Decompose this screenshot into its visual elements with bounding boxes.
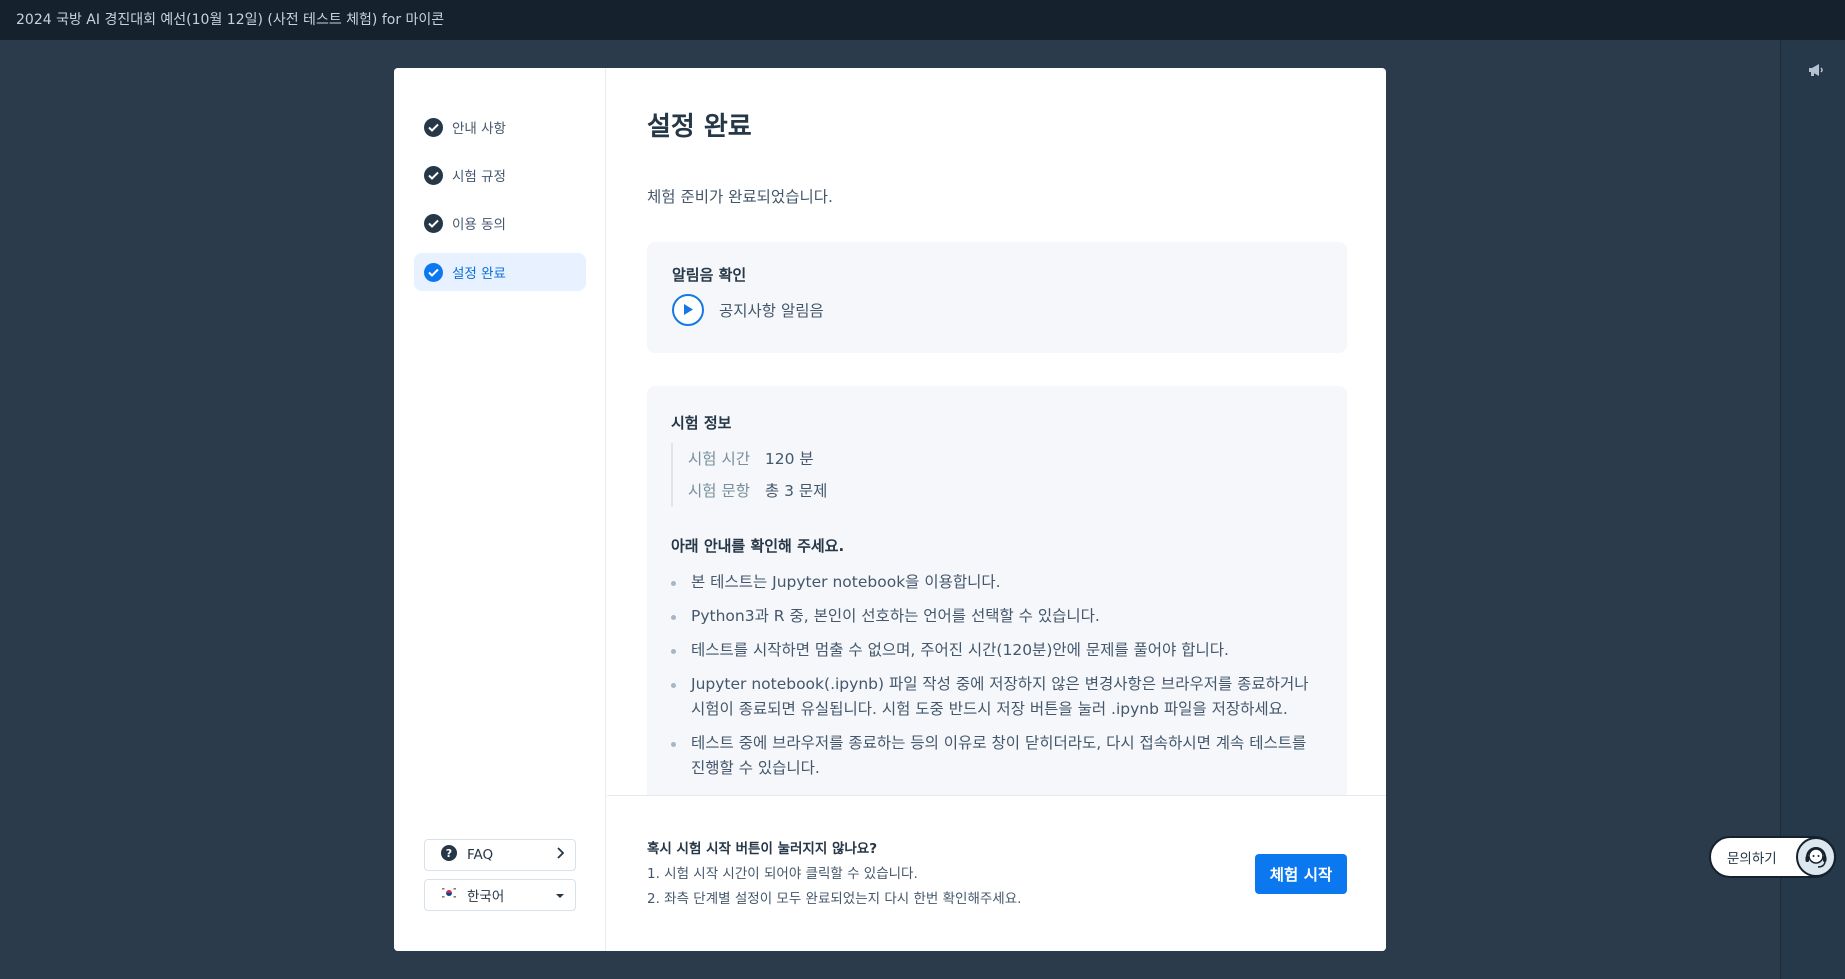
info-key: 시험 문항: [688, 482, 750, 500]
step-label: 시험 규정: [452, 169, 506, 185]
question-circle-icon: ?: [441, 845, 457, 865]
notice-list: 본 테스트는 Jupyter notebook을 이용합니다. Python3과…: [671, 570, 1323, 781]
check-circle-icon: [424, 165, 443, 185]
headset-avatar-icon: [1796, 837, 1836, 877]
steps-sidebar: 안내 사항 시험 규정 이용 동의 설정 완료 ? FAQ 한국어: [394, 68, 606, 951]
sound-check-title: 알림음 확인: [672, 266, 747, 284]
inquiry-label: 문의하기: [1727, 851, 1777, 867]
window-title-bar: 2024 국방 AI 경진대회 예선(10월 12일) (사전 테스트 체험) …: [0, 0, 1845, 40]
sound-check-card: 알림음 확인 공지사항 알림음: [647, 242, 1347, 353]
list-item: Python3과 R 중, 본인이 선호하는 언어를 선택할 수 있습니다.: [671, 604, 1323, 629]
list-item: 테스트 중에 브라우저를 종료하는 등의 이유로 창이 닫히더라도, 다시 접속…: [671, 731, 1323, 781]
sound-label: 공지사항 알림음: [719, 302, 824, 320]
list-item: 본 테스트는 Jupyter notebook을 이용합니다.: [671, 570, 1323, 595]
page-title: 설정 완료: [647, 112, 752, 142]
footer-question: 혹시 시험 시작 버튼이 눌러지지 않나요?: [647, 841, 878, 857]
megaphone-icon[interactable]: [1807, 61, 1825, 79]
list-item: Jupyter notebook(.ipynb) 파일 작성 중에 저장하지 않…: [671, 672, 1323, 722]
caret-down-icon: [555, 887, 565, 903]
info-row-questions: 시험 문항 총 3 문제: [688, 475, 1323, 507]
exam-info-table: 시험 시간 120 분 시험 문항 총 3 문제: [671, 443, 1323, 507]
check-circle-icon: [424, 213, 443, 233]
korea-flag-icon: [441, 887, 457, 903]
step-label: 이용 동의: [452, 217, 506, 233]
language-label: 한국어: [467, 889, 505, 905]
step-setup-complete[interactable]: 설정 완료: [414, 253, 586, 291]
play-sound-button[interactable]: [672, 294, 704, 326]
inquiry-button[interactable]: 문의하기: [1709, 836, 1836, 878]
exam-info-card: 시험 정보 시험 시간 120 분 시험 문항 총 3 문제 아래 안내를 확인…: [647, 386, 1347, 795]
svg-text:?: ?: [446, 847, 452, 860]
info-value: 120 분: [764, 450, 814, 468]
list-item: 테스트를 시작하면 멈출 수 없으며, 주어진 시간(120분)안에 문제를 풀…: [671, 638, 1323, 663]
info-key: 시험 시간: [688, 450, 750, 468]
check-circle-icon: [424, 262, 443, 282]
start-trial-button[interactable]: 체험 시작: [1255, 854, 1347, 894]
setup-modal: 안내 사항 시험 규정 이용 동의 설정 완료 ? FAQ 한국어 설정 완료 …: [394, 68, 1386, 951]
info-value: 총 3 문제: [764, 482, 828, 500]
footer-hint-1: 1. 시험 시작 시간이 되어야 클릭할 수 있습니다.: [647, 866, 918, 882]
chevron-right-icon: [555, 847, 565, 863]
step-notice[interactable]: 안내 사항: [414, 108, 586, 146]
modal-footer: 혹시 시험 시작 버튼이 눌러지지 않나요? 1. 시험 시작 시간이 되어야 …: [607, 795, 1386, 951]
faq-label: FAQ: [467, 847, 494, 863]
notice-title: 아래 안내를 확인해 주세요.: [671, 537, 845, 555]
step-consent[interactable]: 이용 동의: [414, 204, 586, 242]
footer-hint-2: 2. 좌측 단계별 설정이 모두 완료되었는지 다시 한번 확인해주세요.: [647, 891, 1022, 907]
content-area: 설정 완료 체험 준비가 완료되었습니다. 알림음 확인 공지사항 알림음 시험…: [607, 68, 1386, 795]
exam-info-title: 시험 정보: [671, 414, 732, 432]
check-circle-icon: [424, 117, 443, 137]
step-rules[interactable]: 시험 규정: [414, 156, 586, 194]
intro-text: 체험 준비가 완료되었습니다.: [647, 188, 833, 206]
play-icon: [683, 301, 694, 320]
language-select[interactable]: 한국어: [424, 879, 576, 911]
window-title: 2024 국방 AI 경진대회 예선(10월 12일) (사전 테스트 체험) …: [16, 12, 445, 28]
info-row-duration: 시험 시간 120 분: [688, 443, 1323, 475]
step-label: 안내 사항: [452, 121, 506, 137]
faq-button[interactable]: ? FAQ: [424, 839, 576, 871]
step-label: 설정 완료: [452, 266, 506, 282]
